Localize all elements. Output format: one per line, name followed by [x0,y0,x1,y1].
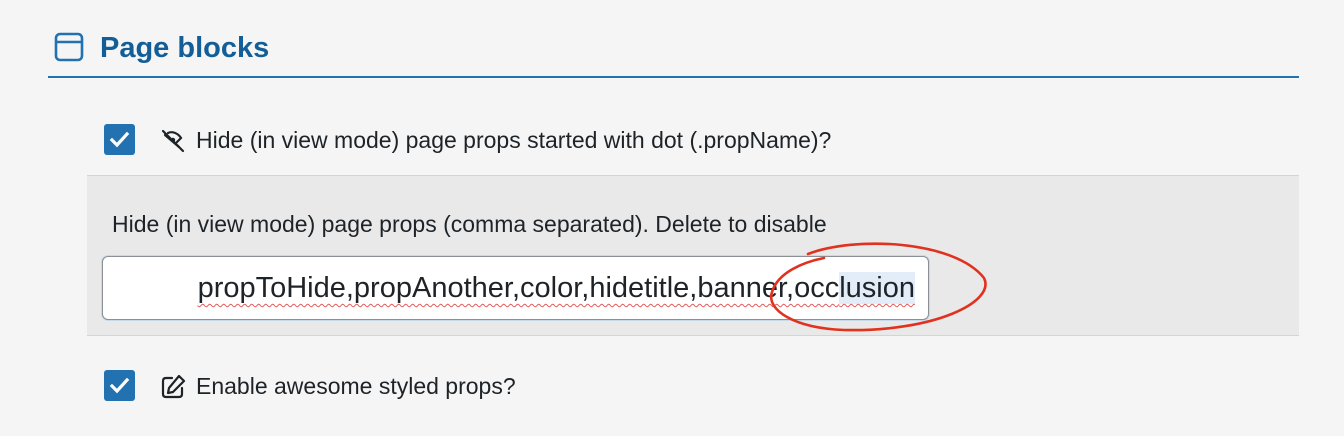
hide-dot-props-option: Hide (in view mode) page props started w… [104,124,1204,156]
layout-window-icon [54,32,84,62]
hide-dot-props-checkbox[interactable] [104,124,135,155]
awesome-styled-props-option: Enable awesome styled props? [104,370,1204,402]
hidden-eye-slash-icon [161,129,185,153]
awesome-styled-props-label: Enable awesome styled props? [196,373,516,399]
hide-dot-props-label: Hide (in view mode) page props started w… [196,127,832,153]
edit-pencil-icon [161,374,186,399]
hide-props-field-block: Hide (in view mode) page props (comma se… [87,175,1299,336]
settings-page: Page blocks Hide (in view mode) page pro… [0,0,1344,436]
checkmark-icon [109,131,130,148]
hide-props-field-label: Hide (in view mode) page props (comma se… [112,211,827,237]
red-annotation-circle [769,242,987,332]
input-text-before-selection: propToHide,propAnother,color,hidetitle,b… [197,272,840,304]
awesome-styled-props-checkbox[interactable] [104,370,135,401]
checkmark-icon [109,377,130,394]
section-title: Page blocks [100,32,270,64]
section-header: Page blocks [48,22,1299,78]
